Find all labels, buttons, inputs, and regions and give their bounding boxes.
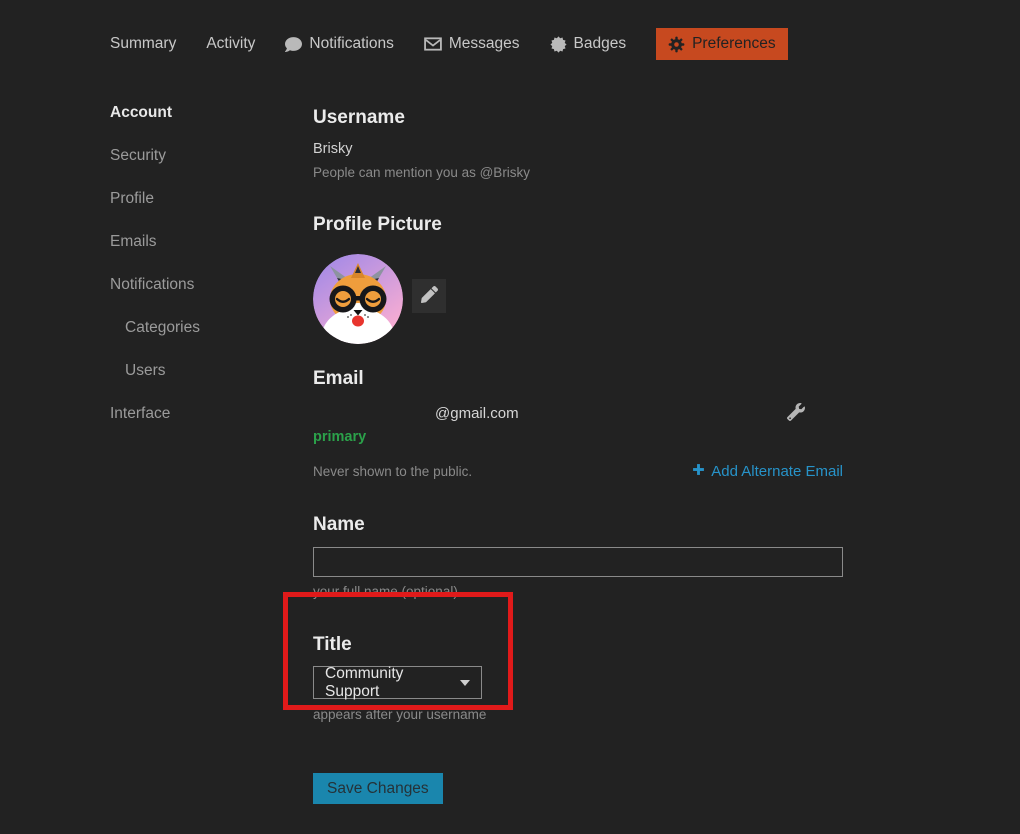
username-hint: People can mention you as @Brisky	[313, 165, 843, 181]
tab-badges[interactable]: Badges	[550, 35, 627, 53]
email-address: @gmail.com	[313, 405, 519, 422]
tab-notifications-label: Notifications	[309, 35, 393, 53]
email-heading: Email	[313, 368, 843, 390]
tab-activity[interactable]: Activity	[206, 35, 255, 53]
sidebar-item-interface[interactable]: Interface	[110, 405, 295, 421]
avatar	[313, 254, 403, 344]
name-heading: Name	[313, 514, 843, 536]
email-privacy-note: Never shown to the public.	[313, 464, 472, 480]
sidebar-item-account[interactable]: Account	[110, 104, 295, 120]
plus-icon	[692, 463, 705, 480]
edit-avatar-button[interactable]	[412, 279, 446, 313]
wrench-icon	[787, 403, 805, 424]
tab-summary-label: Summary	[110, 35, 176, 53]
title-selected-option: Community Support	[325, 665, 450, 701]
gear-icon	[668, 36, 685, 53]
tab-badges-label: Badges	[574, 35, 627, 53]
profile-picture-row	[313, 254, 843, 344]
add-alternate-email-link[interactable]: Add Alternate Email	[692, 463, 843, 480]
user-nav: Summary Activity Notifications Messages …	[110, 27, 788, 61]
sidebar-item-profile[interactable]: Profile	[110, 190, 295, 206]
sidebar-item-categories[interactable]: Categories	[110, 319, 295, 335]
name-hint: your full name (optional)	[313, 584, 843, 600]
pencil-icon	[421, 286, 438, 306]
title-select[interactable]: Community Support	[313, 666, 482, 699]
sidebar-item-users[interactable]: Users	[110, 362, 295, 378]
account-preferences-panel: Username Brisky People can mention you a…	[313, 100, 843, 804]
preferences-sidebar: Account Security Profile Emails Notifica…	[110, 104, 295, 448]
tab-preferences-label: Preferences	[692, 35, 776, 53]
primary-email-badge: primary	[313, 429, 843, 445]
profile-picture-heading: Profile Picture	[313, 214, 843, 236]
envelope-icon	[424, 37, 442, 51]
tab-notifications[interactable]: Notifications	[285, 35, 393, 53]
username-heading: Username	[313, 107, 843, 129]
sidebar-item-emails[interactable]: Emails	[110, 233, 295, 249]
tab-summary[interactable]: Summary	[110, 35, 176, 53]
email-note-row: Never shown to the public. Add Alternate…	[313, 463, 843, 480]
save-changes-button[interactable]: Save Changes	[313, 773, 443, 804]
tab-activity-label: Activity	[206, 35, 255, 53]
username-value: Brisky	[313, 141, 843, 158]
sidebar-item-notifications[interactable]: Notifications	[110, 276, 295, 292]
full-name-input[interactable]	[313, 547, 843, 577]
seal-icon	[550, 36, 567, 53]
caret-down-icon	[460, 680, 470, 686]
tab-preferences[interactable]: Preferences	[656, 28, 788, 60]
title-hint: appears after your username	[313, 707, 843, 723]
tab-messages-label: Messages	[449, 35, 520, 53]
add-alternate-email-label: Add Alternate Email	[711, 463, 843, 480]
tab-messages[interactable]: Messages	[424, 35, 520, 53]
title-heading: Title	[313, 634, 843, 656]
manage-email-button[interactable]	[787, 403, 805, 424]
sidebar-item-security[interactable]: Security	[110, 147, 295, 163]
speech-bubble-icon	[285, 36, 302, 53]
email-row: @gmail.com	[313, 403, 843, 424]
